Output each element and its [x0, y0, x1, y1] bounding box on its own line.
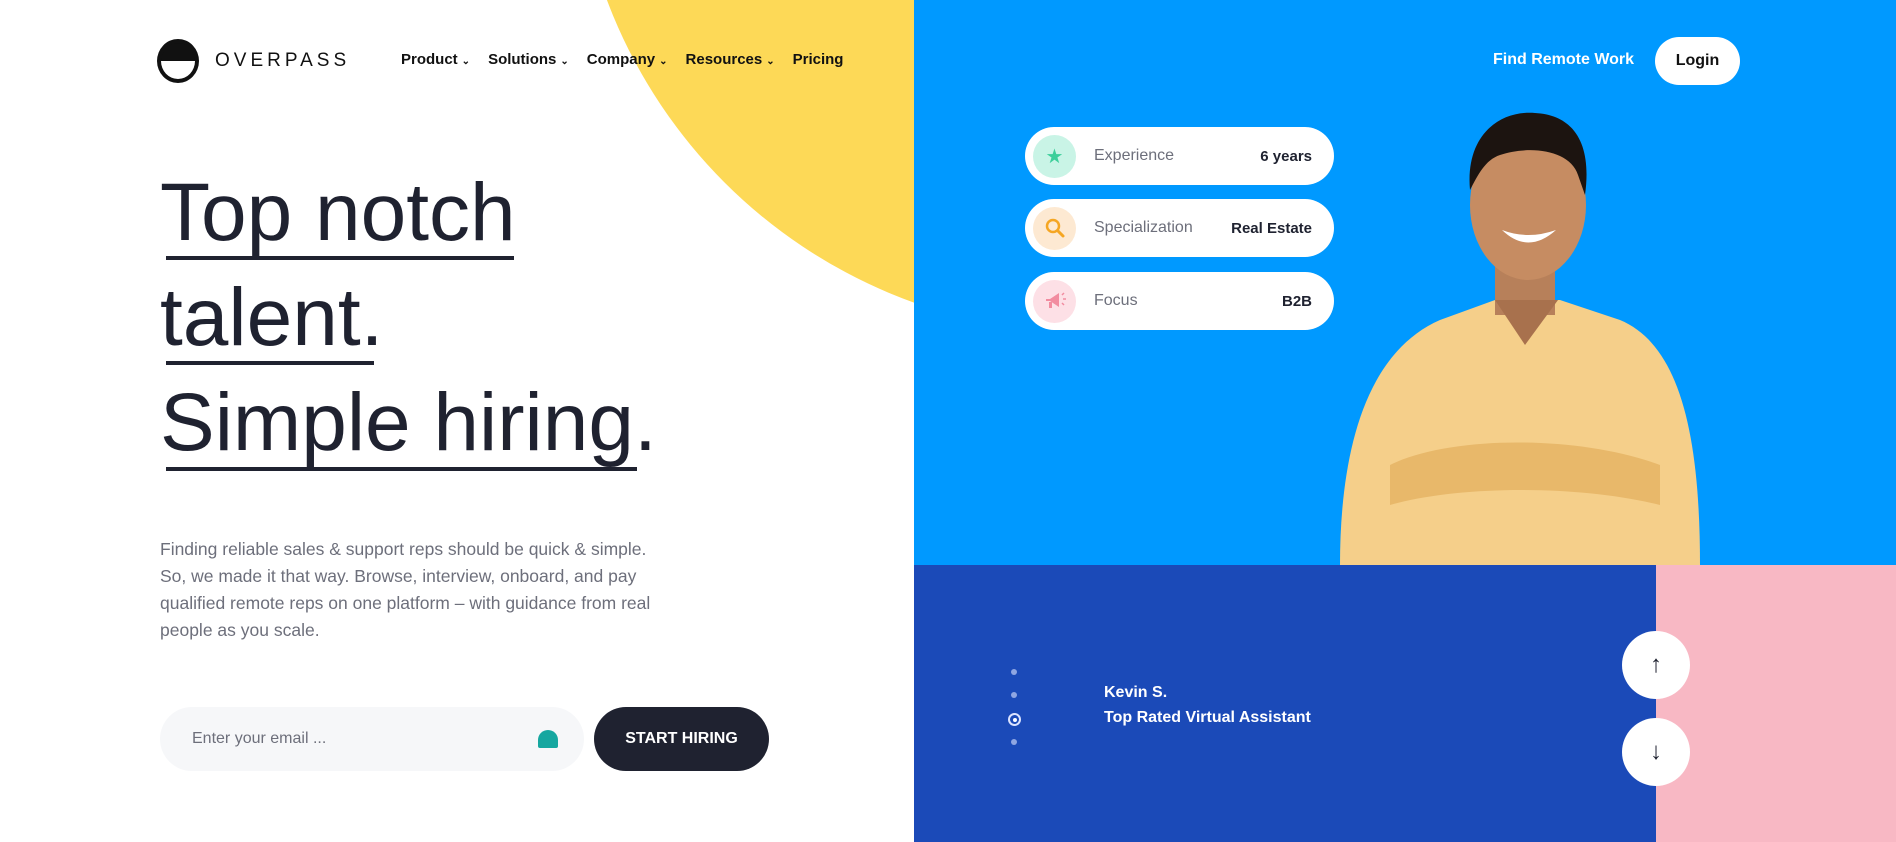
nav-company[interactable]: Company ⌄	[587, 51, 668, 68]
autofill-icon[interactable]	[538, 730, 558, 748]
megaphone-icon	[1033, 279, 1076, 323]
stat-value: Real Estate	[1231, 219, 1312, 237]
carousel-dot[interactable]	[1011, 692, 1017, 698]
pink-decor-panel	[1656, 565, 1896, 842]
search-icon	[1033, 206, 1076, 250]
candidate-photo	[1340, 112, 1700, 565]
underline	[166, 361, 374, 365]
stat-focus: Focus B2B	[1025, 272, 1334, 330]
testimonial-title: Top Rated Virtual Assistant	[1104, 709, 1311, 726]
logo[interactable]: OVERPASS	[157, 39, 350, 83]
testimonial-name: Kevin S.	[1104, 684, 1168, 701]
stat-value: 6 years	[1260, 147, 1312, 165]
hero-description: Finding reliable sales & support reps sh…	[160, 539, 651, 640]
headline-line: talent.	[160, 272, 384, 363]
stat-label: Focus	[1094, 292, 1138, 309]
chevron-down-icon: ⌄	[659, 56, 668, 67]
nav-label: Pricing	[792, 51, 844, 68]
chevron-down-icon: ⌄	[766, 56, 775, 67]
logo-text: OVERPASS	[215, 50, 351, 71]
stat-label: Specialization	[1094, 219, 1193, 236]
stat-experience: ★ Experience 6 years	[1025, 127, 1334, 185]
chevron-down-icon: ⌄	[461, 56, 471, 67]
nav-label: Product	[401, 51, 458, 68]
testimonial-panel	[914, 565, 1656, 842]
nav-solutions[interactable]: Solutions ⌄	[488, 51, 569, 68]
stat-label: Experience	[1094, 147, 1175, 164]
chevron-down-icon: ⌄	[560, 56, 569, 67]
arrow-down-icon: ↓	[1650, 738, 1662, 765]
underline	[166, 467, 637, 471]
hero-headline: Top notch talent. Simple hiring.	[160, 160, 657, 475]
main-nav: Product ⌄ Solutions ⌄ Company ⌄ Resources ⌄ …	[401, 51, 843, 68]
email-input[interactable]	[192, 730, 538, 748]
carousel-dot[interactable]	[1011, 669, 1017, 675]
nav-resources[interactable]: Resources ⌄	[686, 51, 775, 68]
previous-button[interactable]: ↑	[1622, 631, 1690, 699]
login-button[interactable]: Login	[1655, 37, 1740, 85]
headline-line: Simple hiring.	[160, 377, 657, 468]
nav-product[interactable]: Product ⌄	[401, 51, 470, 68]
star-icon: ★	[1033, 134, 1076, 178]
find-remote-work-link[interactable]: Find Remote Work	[1493, 51, 1634, 69]
nav-label: Company	[586, 51, 656, 68]
nav-label: Solutions	[488, 51, 557, 68]
underline	[166, 256, 514, 260]
start-hiring-button[interactable]: START HIRING	[594, 707, 769, 771]
carousel-dot[interactable]	[1011, 739, 1017, 745]
headline-line: Top notch	[160, 167, 516, 258]
stat-value: B2B	[1281, 292, 1312, 310]
nav-label: Resources	[685, 51, 763, 68]
carousel-dot-active[interactable]	[1008, 713, 1021, 726]
nav-pricing[interactable]: Pricing	[793, 51, 844, 68]
stat-specialization: Specialization Real Estate	[1025, 199, 1334, 257]
email-field-wrapper	[160, 707, 584, 771]
logo-icon	[157, 39, 199, 83]
next-button[interactable]: ↓	[1622, 718, 1690, 786]
arrow-up-icon: ↑	[1650, 651, 1662, 678]
